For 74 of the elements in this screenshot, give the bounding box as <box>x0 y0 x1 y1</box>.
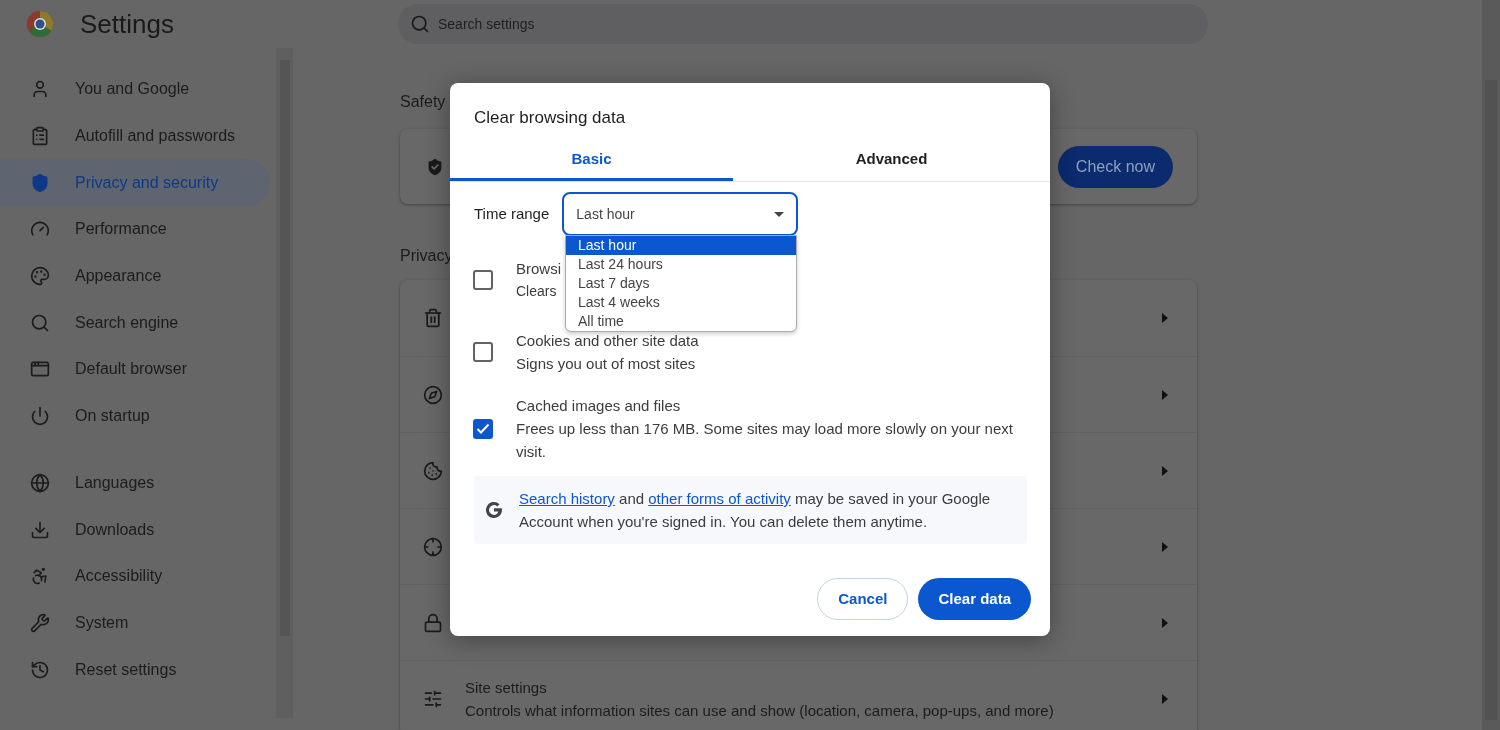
dropdown-caret-icon <box>774 211 785 217</box>
compass-icon <box>422 384 443 405</box>
sidebar-item[interactable]: Downloads <box>0 506 270 553</box>
caret-right-icon <box>1161 464 1169 477</box>
sliders-icon <box>422 688 443 709</box>
link[interactable]: other forms of activity <box>648 490 791 507</box>
palette-icon <box>29 266 50 287</box>
history-icon <box>29 659 50 680</box>
dialog-title: Clear browsing data <box>474 107 626 129</box>
caret-right-icon <box>1161 692 1169 705</box>
accessibility-icon <box>29 566 50 587</box>
link[interactable]: Search history <box>519 490 615 507</box>
crosshair-icon <box>422 536 443 557</box>
row-title: Site settings <box>465 677 547 698</box>
option-title: Cached images and files <box>516 396 681 416</box>
google-g-icon <box>484 500 504 520</box>
section-heading: Safety <box>400 92 446 112</box>
checkbox[interactable] <box>473 342 493 362</box>
dropdown-option[interactable]: Last 4 weeks <box>566 293 796 312</box>
notice-text: Search history and other forms of activity may be saved in your Google Account when you're signed in. You can delete them anytime. <box>519 489 992 532</box>
checkbox[interactable] <box>473 270 493 290</box>
sidebar-item[interactable]: Performance <box>0 206 270 253</box>
option-description: Signs you out of most sites <box>516 354 697 374</box>
checkbox[interactable] <box>473 419 493 439</box>
sidebar-item[interactable]: Default browser <box>0 346 270 393</box>
option-title: Browsi <box>516 259 561 279</box>
caret-right-icon <box>1161 616 1169 629</box>
section-heading: Privacy <box>400 246 453 266</box>
globe-icon <box>29 472 50 493</box>
sidebar-item[interactable]: Accessibility <box>0 552 270 600</box>
search-icon <box>410 14 430 34</box>
clear-data-button[interactable]: Clear data <box>918 578 1031 620</box>
sidebar-item[interactable]: Appearance <box>0 252 270 300</box>
caret-right-icon <box>1161 388 1169 401</box>
open-row-button[interactable] <box>1161 312 1169 324</box>
cookie-icon <box>422 460 443 481</box>
search-icon <box>29 312 50 333</box>
dropdown-option[interactable]: All time <box>566 312 796 331</box>
sidebar-item[interactable]: Autofill and passwords <box>0 112 270 160</box>
download-icon <box>29 519 50 540</box>
sidebar-item[interactable]: Languages <box>0 459 270 507</box>
check-icon <box>476 423 490 435</box>
browser-logo-icon <box>26 10 54 38</box>
row-subtitle: Controls what information sites can use and show (location, camera, pop-ups, and more) <box>465 700 1054 721</box>
wrench-icon <box>29 612 50 633</box>
check-now-button[interactable]: Check now <box>1057 145 1173 188</box>
open-row-button[interactable] <box>1161 464 1169 477</box>
open-row-button[interactable] <box>1161 616 1169 629</box>
tab[interactable]: Basic <box>450 140 733 181</box>
lock-icon <box>422 612 443 633</box>
caret-right-icon <box>1161 540 1169 553</box>
option-title: Cookies and other site data <box>516 331 699 351</box>
sidebar-item[interactable]: You and Google <box>0 66 270 113</box>
option-description: Clears <box>516 282 557 301</box>
trash-icon <box>422 308 443 328</box>
option-description: Frees up less than 176 MB. Some sites may load more slowly on your next visit. <box>516 419 1014 462</box>
sidebar-item[interactable]: Reset settings <box>0 646 270 693</box>
sidebar-item[interactable]: Search engine <box>0 299 270 347</box>
dropdown-option[interactable]: Last 24 hours <box>566 255 796 274</box>
open-row-button[interactable] <box>1161 388 1169 401</box>
power-icon <box>29 406 50 427</box>
dropdown-option[interactable]: Last hour <box>566 236 796 255</box>
cancel-button[interactable]: Cancel <box>817 578 909 620</box>
tab[interactable]: Advanced <box>733 140 1050 181</box>
app-title: Settings <box>80 7 175 41</box>
open-row-button[interactable] <box>1161 692 1169 705</box>
field-label: Time range <box>474 203 550 224</box>
window-icon <box>29 359 50 380</box>
caret-right-icon <box>1161 312 1169 324</box>
search-field[interactable]: Search settings <box>398 4 1208 44</box>
dropdown-option[interactable]: Last 7 days <box>566 274 796 293</box>
sidebar-item[interactable]: System <box>0 599 270 647</box>
open-row-button[interactable] <box>1161 540 1169 553</box>
sidebar-item[interactable]: On startup <box>0 392 270 440</box>
